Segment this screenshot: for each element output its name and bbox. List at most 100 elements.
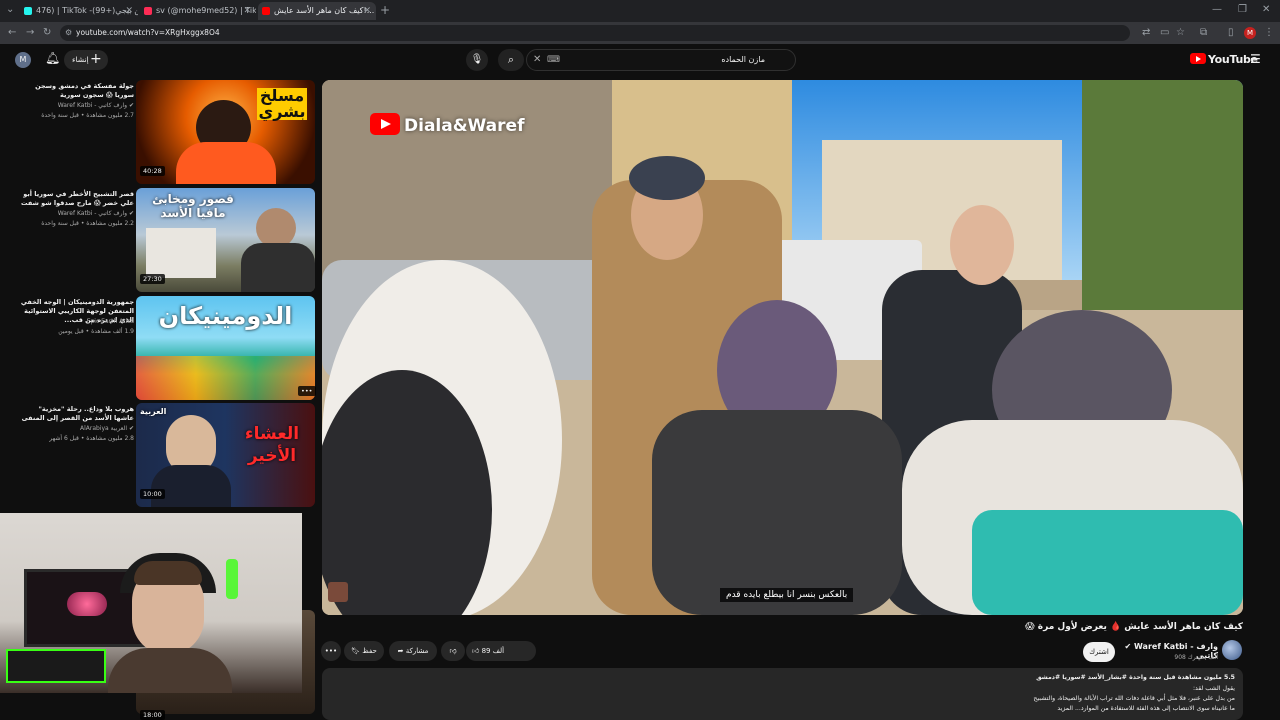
- like-dislike-group: 👍︎ 89 ألف: [466, 641, 536, 661]
- back-icon[interactable]: ←: [8, 26, 16, 40]
- guide-menu-icon[interactable]: ☰: [1250, 52, 1261, 66]
- video-title[interactable]: جولة مفسكة في دمشق وسجن سوريا 😱 سجون سور…: [20, 82, 134, 100]
- recommendation-item[interactable]: مسلخ بشري 40:28 جولة مفسكة في دمشق وسجن …: [0, 80, 320, 188]
- thumbnail-street: [136, 356, 315, 400]
- channel-text: Epic Earth Atlas: [86, 318, 134, 325]
- video-meta: 2.8 مليون مشاهدة • قبل 6 أشهر: [49, 435, 134, 442]
- duration-badge: 40:28: [140, 166, 165, 176]
- site-info-icon[interactable]: ⚙: [65, 25, 72, 41]
- thumbnail-text: الدومينيكان: [158, 302, 293, 330]
- channel-branding-icon[interactable]: [328, 582, 348, 602]
- channel-avatar[interactable]: [1222, 640, 1242, 660]
- youtube-icon: [262, 7, 270, 15]
- share-button[interactable]: ➦ مشاركة: [389, 641, 437, 661]
- search-button[interactable]: ⌕: [498, 49, 524, 71]
- tiktok-icon: [24, 7, 32, 15]
- create-label: إنشاء: [72, 55, 89, 64]
- channel-name[interactable]: Waref Katbi - وارف كاتبي ✔︎: [20, 210, 134, 217]
- sidepanel-icon[interactable]: ▯: [1228, 26, 1234, 40]
- streamer: [108, 553, 232, 693]
- microphone-icon: 🎙︎: [470, 54, 484, 65]
- notifications-bell-icon[interactable]: 🔔︎: [45, 51, 60, 65]
- clear-search-icon[interactable]: ✕: [533, 50, 541, 70]
- keyboard-icon[interactable]: ⌨: [547, 50, 560, 70]
- tab-label: sv (@mohe9med52) | TikTok: [156, 6, 256, 15]
- live-badge: •••: [298, 386, 316, 396]
- thumbs-up-icon: 👍︎: [472, 647, 480, 655]
- forward-icon[interactable]: →: [26, 26, 34, 40]
- more-actions-button[interactable]: •••: [321, 641, 341, 661]
- close-icon[interactable]: ✕: [243, 2, 251, 20]
- share-icon: ➦: [397, 647, 404, 655]
- create-button[interactable]: إنشاء +: [64, 50, 108, 70]
- search-input[interactable]: ✕ ⌨ مازن الحماده: [526, 49, 796, 71]
- new-tab-icon[interactable]: +: [380, 3, 390, 17]
- youtube-play-icon: [1190, 53, 1206, 64]
- profile-avatar[interactable]: M: [1244, 27, 1256, 39]
- dislike-button[interactable]: 👎︎: [441, 641, 465, 661]
- account-avatar[interactable]: M: [15, 52, 31, 68]
- thumbnail-text: مسلخ بشري: [257, 86, 307, 121]
- share-label: مشاركة: [405, 647, 429, 655]
- like-count: 89 ألف: [481, 647, 505, 655]
- video-title-main: كيف كان ماهر الأسد عايش 🩸 يعرض لأول مرة …: [1025, 622, 1243, 632]
- video-title[interactable]: هروب بلا وداع.. رحلة "مخزية" عاشها الأسد…: [20, 405, 134, 423]
- close-icon[interactable]: ✕: [125, 2, 133, 20]
- recommendation-item[interactable]: قصور ومخابئ مافيا الأسد 27:30 قصر التشبي…: [0, 188, 320, 296]
- channel-name[interactable]: AlArabiya العربية ✔︎: [20, 425, 134, 432]
- video-frame: [322, 80, 1243, 615]
- thumbnail-brand: العربية: [140, 407, 167, 416]
- youtube-logo[interactable]: YouTube: [1190, 53, 1258, 66]
- minimize-icon[interactable]: —: [1212, 3, 1222, 17]
- tiktok-icon: [144, 7, 152, 15]
- thumbnail-villa: [146, 228, 216, 278]
- translate-icon[interactable]: ⇄: [1142, 26, 1150, 40]
- duration-badge: 27:30: [140, 274, 165, 284]
- video-meta: 1.9 ألف مشاهدة • قبل يومين: [58, 328, 134, 335]
- reload-icon[interactable]: ↻: [43, 26, 51, 40]
- video-thumbnail[interactable]: الدومينيكان: [136, 296, 315, 400]
- description-box[interactable]: 5.5 مليون مشاهدة قبل سنة واحدة #بشار_الأ…: [322, 668, 1243, 720]
- thumbnail-figure: [256, 208, 296, 248]
- save-button[interactable]: 🔖︎ حفظ: [344, 641, 384, 661]
- tab-label: كيف كان ماهر الأسد عايش!...: [274, 6, 375, 15]
- tab-search-icon[interactable]: ⌄: [6, 3, 14, 17]
- bookmark-icon: 🔖︎: [351, 647, 361, 655]
- browser-tab-tiktok-2[interactable]: sv (@mohe9med52) | TikTok ✕: [140, 2, 256, 20]
- address-bar-input[interactable]: ⚙ youtube.com/watch?v=XRgHxggx8O4: [60, 25, 1130, 41]
- thumbnail-figure-body: [176, 142, 276, 184]
- search-icon: ⌕: [507, 53, 515, 66]
- channel-text: Waref Katbi - وارف كاتبي: [57, 210, 128, 217]
- recommendation-item[interactable]: الدومينيكان ••• جمهورية الدومينيكان | ال…: [0, 296, 320, 404]
- thumbnail-text: قصور ومخابئ مافيا الأسد: [152, 192, 234, 220]
- browser-tab-strip: ⌄ 476) | TikTok -(99+)وطن بيجي ✕ sv (@mo…: [0, 0, 1280, 22]
- duration-badge: 18:00: [140, 710, 165, 720]
- duration-badge: 10:00: [140, 489, 165, 499]
- cast-icon[interactable]: ▭: [1160, 26, 1169, 40]
- description-line: ما عانيناه سوى الانتصاب إلى هذه الفئة لل…: [1057, 705, 1235, 712]
- menu-dots-icon[interactable]: ⋮: [1264, 26, 1274, 40]
- maximize-icon[interactable]: ❐: [1238, 3, 1247, 17]
- webcam-overlay: [0, 513, 302, 693]
- subscribe-button[interactable]: اشترك: [1083, 642, 1115, 662]
- extensions-icon[interactable]: ⧉: [1200, 26, 1207, 40]
- video-player[interactable]: Diala&Waref بالعكس بنسر انا بيطلع بايده …: [322, 80, 1243, 615]
- video-title[interactable]: قصر التشبيح الأخطر في سوريا أبو علي خضر …: [20, 190, 134, 208]
- channel-name[interactable]: Epic Earth Atlas: [20, 318, 134, 325]
- video-meta: 2.2 مليون مشاهدة • قبل سنة واحدة: [41, 220, 134, 227]
- bookmark-star-icon[interactable]: ☆: [1176, 26, 1185, 40]
- browser-tab-youtube[interactable]: كيف كان ماهر الأسد عايش!... ✕: [258, 2, 376, 20]
- voice-search-button[interactable]: 🎙︎: [466, 49, 488, 71]
- description-stats: 5.5 مليون مشاهدة قبل سنة واحدة #بشار_الأ…: [1036, 674, 1235, 681]
- caption-text: بالعكس بنسر انا بيطلع بايده قدم: [720, 588, 854, 602]
- browser-tab-tiktok-1[interactable]: 476) | TikTok -(99+)وطن بيجي ✕: [20, 2, 138, 20]
- window-close-icon[interactable]: ✕: [1262, 3, 1270, 17]
- youtube-header: M 🔔︎ إنشاء + 🎙︎ ⌕ ✕ ⌨ مازن الحماده YouTu…: [0, 44, 1280, 76]
- channel-name[interactable]: Waref Katbi - وارف كاتبي ✔︎: [20, 102, 134, 109]
- verified-icon: ✔︎: [128, 210, 134, 217]
- like-button[interactable]: 👍︎ 89 ألف: [472, 641, 512, 661]
- streamer-hair: [134, 561, 202, 585]
- recommendation-item[interactable]: العربية العشاء الأخير 10:00 هروب بلا ودا…: [0, 403, 320, 511]
- close-icon[interactable]: ✕: [363, 2, 371, 20]
- save-label: حفظ: [362, 647, 377, 655]
